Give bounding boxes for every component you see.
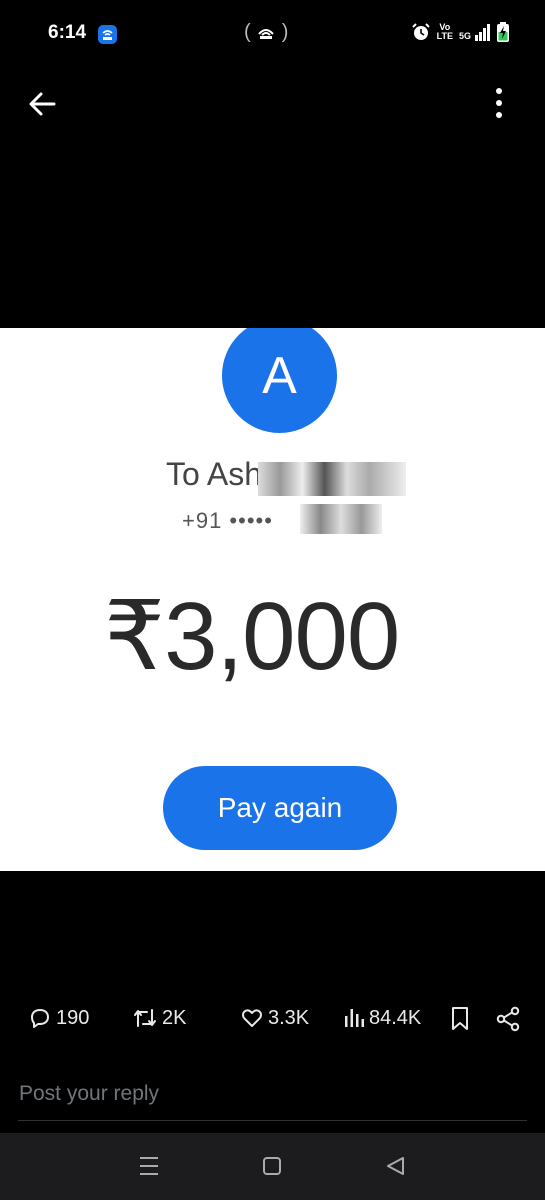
share-button[interactable] bbox=[495, 1006, 521, 1032]
back-button[interactable] bbox=[26, 88, 60, 120]
recipient-name: To Ash bbox=[166, 456, 263, 492]
repost-icon bbox=[134, 1009, 156, 1027]
view-count: 84.4K bbox=[369, 1006, 422, 1029]
menu-lines-icon bbox=[140, 1157, 158, 1175]
back-triangle-icon bbox=[387, 1157, 404, 1175]
pay-again-button: Pay again bbox=[163, 766, 397, 850]
hotspot-icon bbox=[258, 28, 274, 39]
redacted-name bbox=[258, 462, 406, 496]
post-actions-bar: 190 2K 3.3K 84.4K bbox=[0, 1006, 545, 1042]
hotspot-indicator: ( ) bbox=[244, 21, 289, 43]
home-square-icon bbox=[263, 1157, 281, 1175]
reply-input[interactable]: Post your reply bbox=[19, 1082, 159, 1106]
like-action[interactable]: 3.3K bbox=[240, 1006, 309, 1030]
comment-icon bbox=[31, 1009, 49, 1028]
share-icon bbox=[496, 1006, 520, 1032]
analytics-icon bbox=[345, 1009, 364, 1027]
repost-count: 2K bbox=[162, 1006, 187, 1029]
reply-divider bbox=[18, 1120, 527, 1121]
battery-charging-icon bbox=[497, 22, 509, 42]
redacted-phone bbox=[300, 504, 382, 534]
back-arrow-icon bbox=[29, 92, 56, 116]
recents-button[interactable] bbox=[139, 1155, 159, 1182]
more-vertical-icon bbox=[496, 88, 502, 118]
reply-count: 190 bbox=[56, 1006, 90, 1029]
nav-back-button[interactable] bbox=[385, 1155, 405, 1182]
notification-app-icon bbox=[98, 25, 117, 44]
views-action[interactable]: 84.4K bbox=[343, 1006, 421, 1030]
more-options-button[interactable] bbox=[488, 86, 510, 120]
status-icons: Vo LTE 5G bbox=[411, 22, 509, 42]
recipient-phone: +91 ••••• bbox=[182, 508, 273, 533]
signal-indicator: 5G bbox=[459, 23, 491, 41]
home-button[interactable] bbox=[262, 1155, 282, 1182]
bookmark-icon bbox=[452, 1007, 468, 1030]
volte-indicator: Vo LTE bbox=[436, 22, 453, 41]
recipient-avatar: A bbox=[222, 328, 337, 433]
status-time: 6:14 bbox=[48, 22, 87, 43]
bookmark-button[interactable] bbox=[449, 1006, 471, 1032]
alarm-icon bbox=[411, 23, 430, 40]
payment-amount: ₹3,000 bbox=[104, 583, 400, 690]
system-nav-bar bbox=[0, 1133, 545, 1200]
signal-icon bbox=[475, 24, 490, 41]
reply-action[interactable]: 190 bbox=[28, 1006, 89, 1030]
heart-icon bbox=[242, 1009, 262, 1027]
post-media-image[interactable]: A To Ash +91 ••••• ₹3,000 Pay again bbox=[0, 328, 545, 871]
like-count: 3.3K bbox=[268, 1006, 310, 1029]
repost-action[interactable]: 2K bbox=[132, 1006, 186, 1030]
